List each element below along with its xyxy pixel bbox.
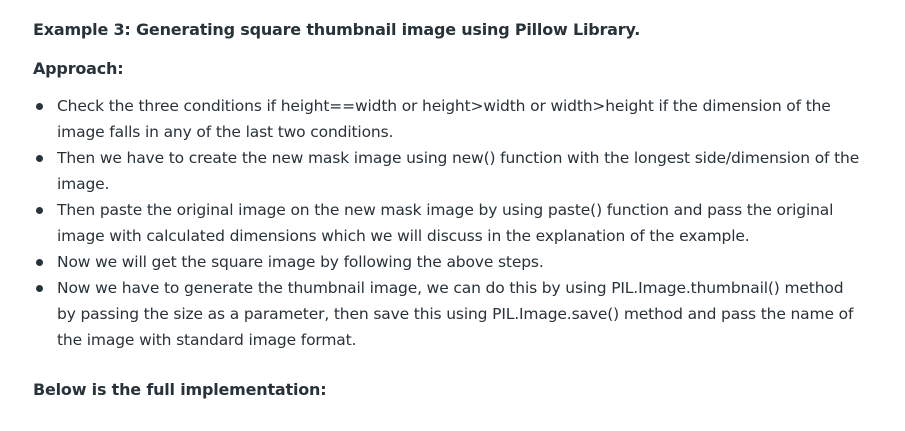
list-item: Now we will get the square image by foll… (33, 249, 863, 275)
bullet-icon (36, 155, 43, 162)
list-item-text-line: image. (57, 175, 110, 193)
approach-steps-list: Check the three conditions if height==wi… (33, 93, 863, 353)
article-content: Example 3: Generating square thumbnail i… (0, 0, 905, 431)
list-item-text-line: Check the three conditions if height==wi… (57, 97, 831, 115)
list-item: Then paste the original image on the new… (33, 197, 863, 249)
implementation-heading: Below is the full implementation: (33, 380, 327, 399)
list-item-text-line: image falls in any of the last two condi… (57, 123, 394, 141)
bullet-icon (36, 259, 43, 266)
bullet-icon (36, 285, 43, 292)
list-item-text-line: image with calculated dimensions which w… (57, 227, 750, 245)
list-item-text-line: Now we will get the square image by foll… (57, 253, 544, 271)
list-item: Then we have to create the new mask imag… (33, 145, 863, 197)
list-item-text-line: Then we have to create the new mask imag… (57, 149, 860, 167)
bullet-icon (36, 103, 43, 110)
list-item-text-line: by passing the size as a parameter, then… (57, 305, 854, 323)
approach-heading: Approach: (33, 59, 124, 78)
list-item: Now we have to generate the thumbnail im… (33, 275, 863, 353)
example-heading: Example 3: Generating square thumbnail i… (33, 20, 641, 39)
list-item: Check the three conditions if height==wi… (33, 93, 863, 145)
list-item-text-line: Then paste the original image on the new… (57, 201, 834, 219)
bullet-icon (36, 207, 43, 214)
list-item-text-line: Now we have to generate the thumbnail im… (57, 279, 844, 297)
list-item-text-line: the image with standard image format. (57, 331, 357, 349)
